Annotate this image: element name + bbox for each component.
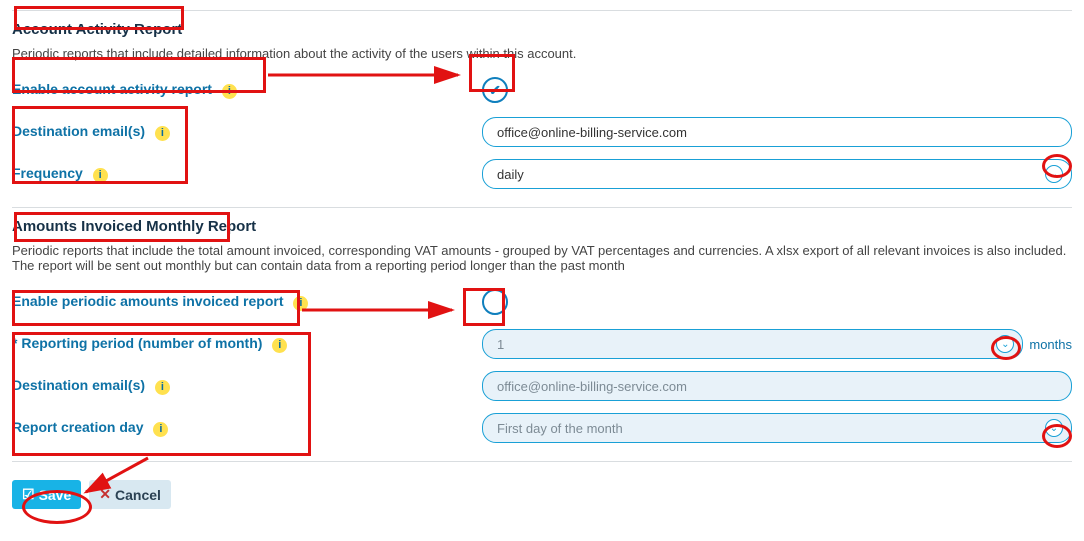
info-icon[interactable]: i [222,84,237,99]
enable-invoiced-checkbox[interactable] [482,289,508,315]
section2-title: Amounts Invoiced Monthly Report [12,218,256,235]
dest-email-input-1[interactable] [482,117,1072,147]
dest-email-label-2: Destination email(s) [12,377,145,393]
info-icon[interactable]: i [155,126,170,141]
info-icon[interactable]: i [153,422,168,437]
enable-activity-checkbox[interactable] [482,77,508,103]
divider [12,207,1072,208]
report-day-select[interactable]: First day of the month ⌄ [482,413,1072,443]
reporting-period-value: 1 [497,337,504,352]
divider [12,461,1072,462]
enable-activity-label: Enable account activity report [12,81,212,97]
dest-email-input-2[interactable] [482,371,1072,401]
info-icon[interactable]: i [293,296,308,311]
section2-desc: Periodic reports that include the total … [12,243,1072,273]
chevron-down-icon: ⌄ [1045,419,1063,437]
info-icon[interactable]: i [155,380,170,395]
dest-email-label-1: Destination email(s) [12,123,145,139]
info-icon[interactable]: i [93,168,108,183]
check-icon: ☑ [22,486,35,503]
frequency-label: Frequency [12,165,83,181]
close-icon: ✕ [99,486,111,503]
reporting-period-label: * Reporting period (number of month) [12,335,262,351]
divider [12,10,1072,11]
frequency-select[interactable]: daily ⌄ [482,159,1072,189]
info-icon[interactable]: i [272,338,287,353]
cancel-button[interactable]: ✕ Cancel [89,480,171,509]
save-button-label: Save [39,487,72,503]
chevron-down-icon: ⌄ [1045,165,1063,183]
enable-invoiced-label: Enable periodic amounts invoiced report [12,293,284,309]
report-day-label: Report creation day [12,419,143,435]
frequency-value: daily [497,167,524,182]
cancel-button-label: Cancel [115,487,161,503]
save-button[interactable]: ☑ Save [12,480,81,509]
report-day-value: First day of the month [497,421,623,436]
reporting-period-select[interactable]: 1 ⌄ [482,329,1023,359]
reporting-period-unit: months [1029,337,1072,352]
chevron-down-icon: ⌄ [996,335,1014,353]
section1-title: Account Activity Report [12,21,182,38]
section1-desc: Periodic reports that include detailed i… [12,46,1072,61]
